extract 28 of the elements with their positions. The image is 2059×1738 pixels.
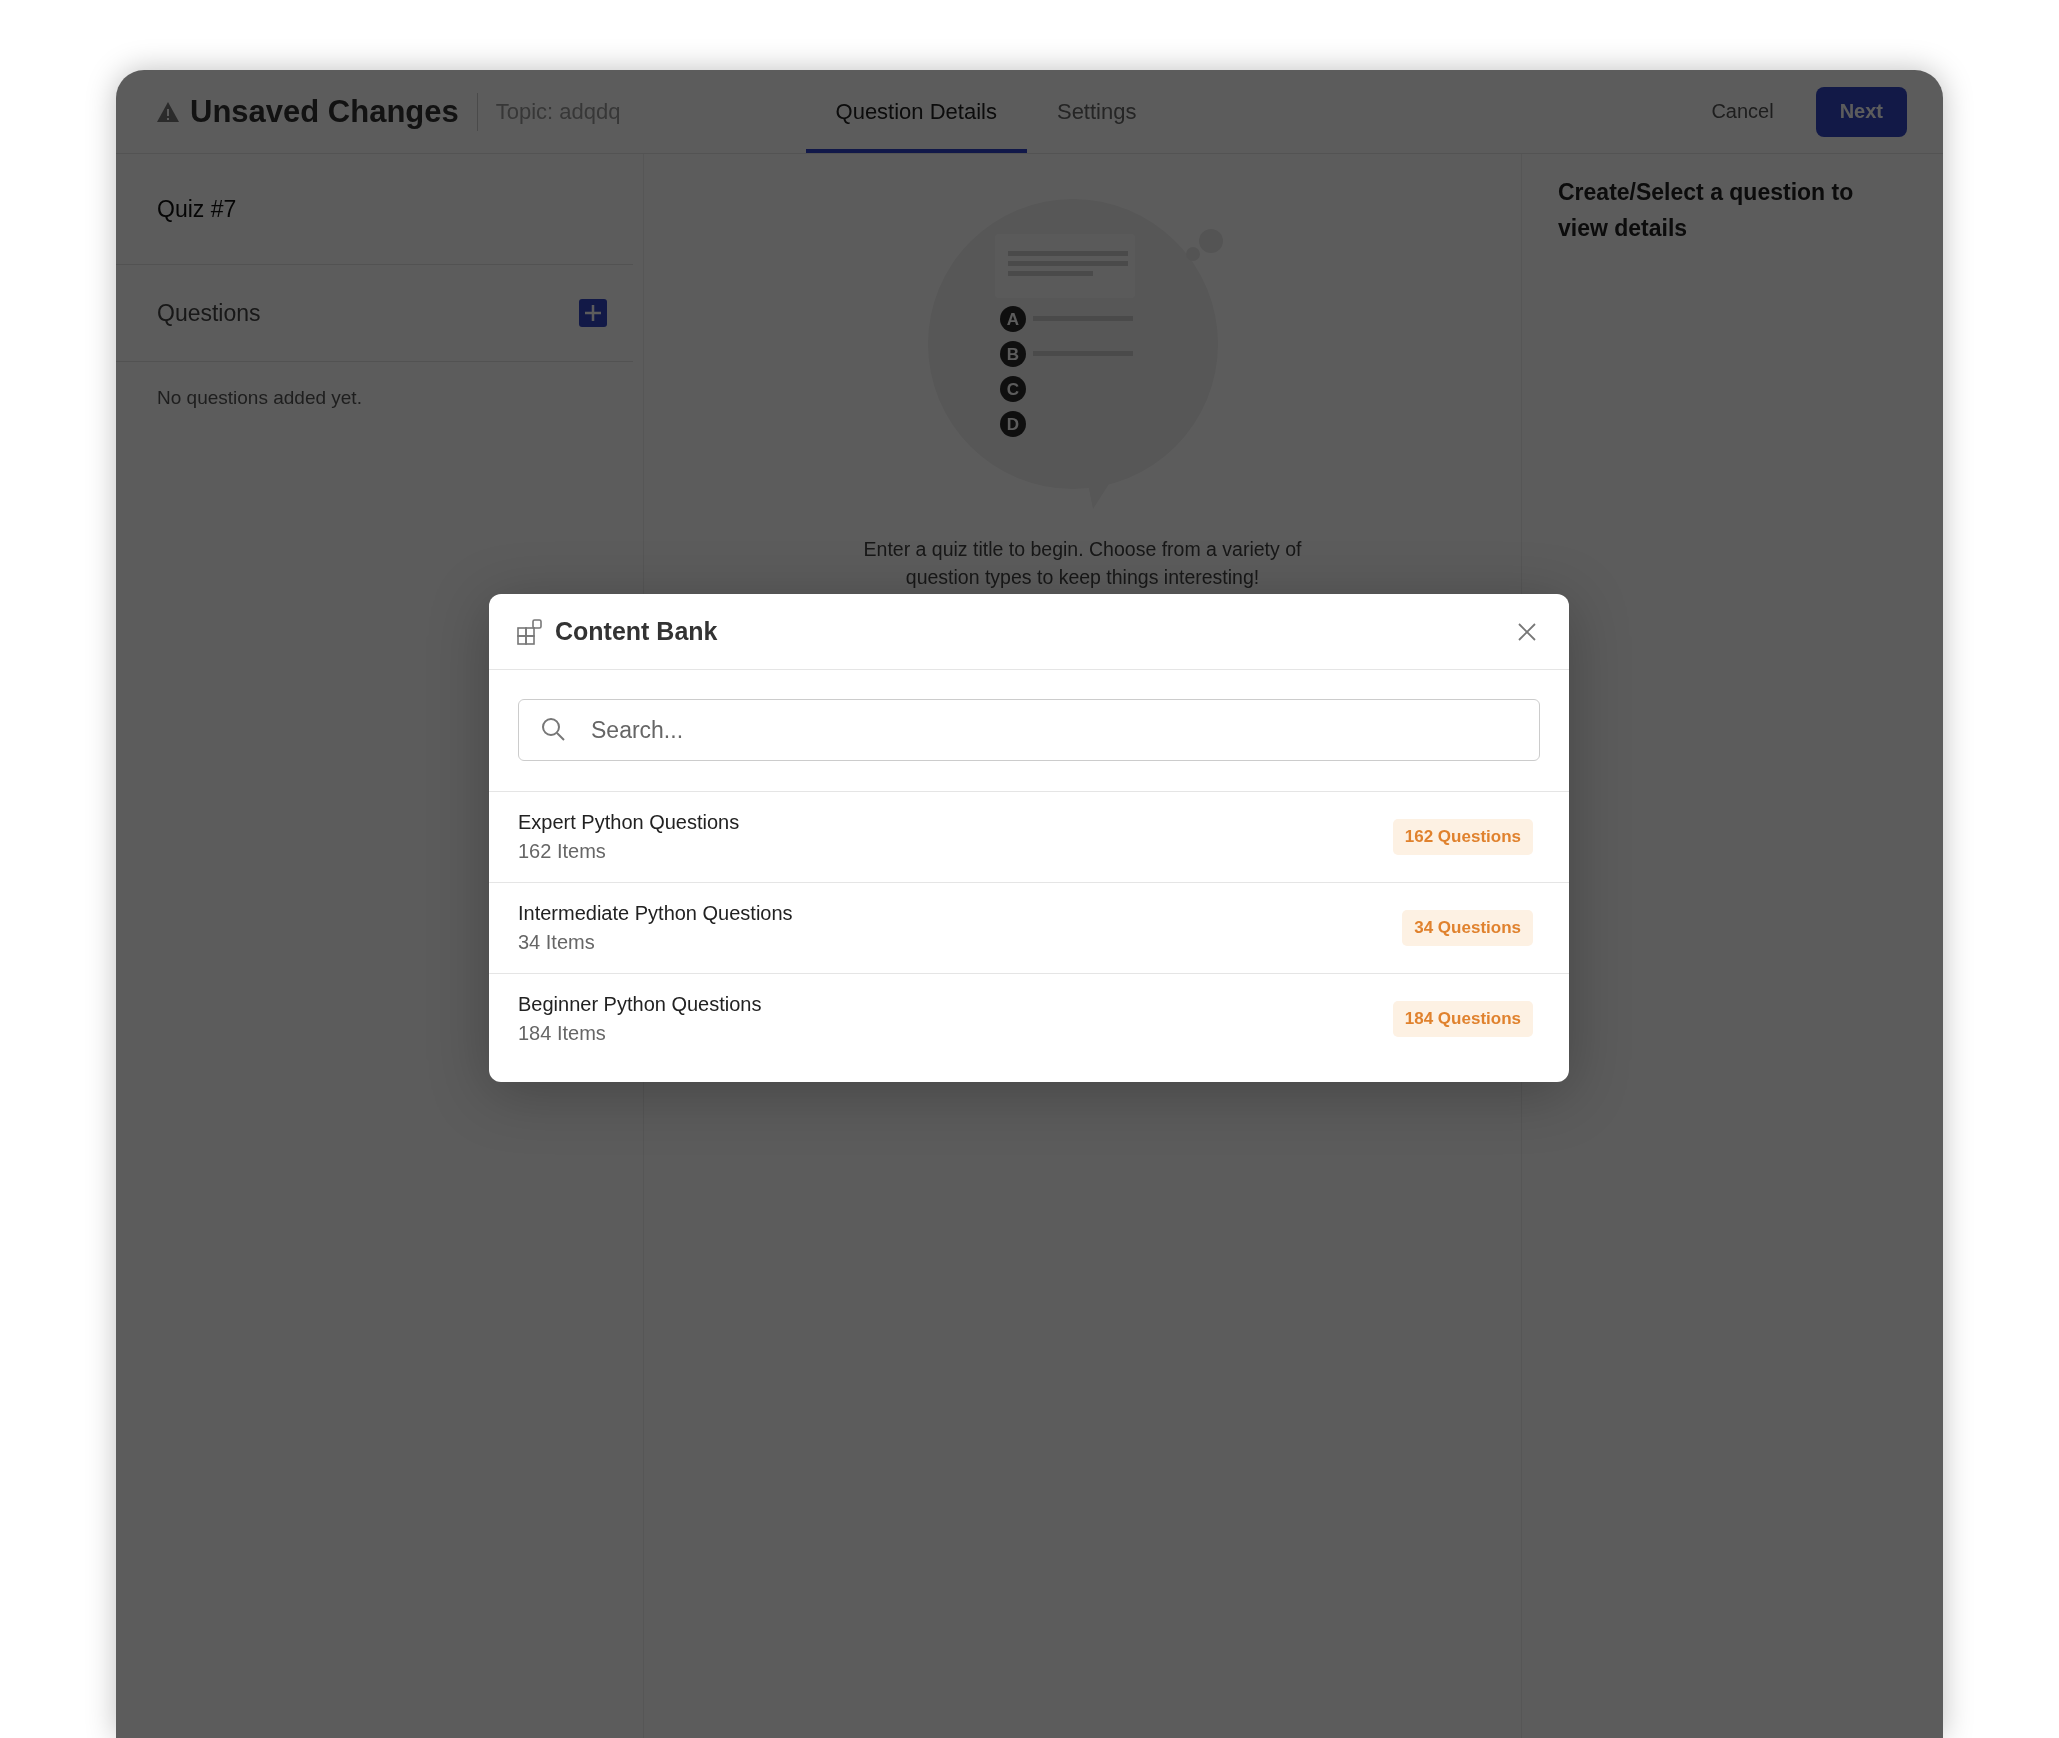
question-count-badge: 34 Questions bbox=[1402, 910, 1533, 946]
content-bank-item[interactable]: Intermediate Python Questions 34 Items 34 Questions bbox=[489, 882, 1569, 973]
tab[interactable]: Question Details bbox=[805, 74, 1027, 153]
blocks-icon bbox=[517, 618, 543, 645]
section-heading: Questions bbox=[157, 299, 261, 327]
next-button[interactable]: Next bbox=[1815, 86, 1907, 137]
dialog-title: Content Bank bbox=[555, 617, 719, 646]
search-field[interactable]: Search... bbox=[518, 699, 1540, 761]
empty-message: No questions added yet. bbox=[156, 386, 363, 410]
quiz-title: Quiz #7 bbox=[157, 195, 237, 223]
question-count-badge: 184 Questions bbox=[1392, 1001, 1533, 1037]
content-bank-item[interactable]: Expert Python Questions 162 Items 162 Questions bbox=[489, 792, 1569, 882]
bank-name: Expert Python Questions bbox=[518, 811, 740, 834]
item-count: 184 Items bbox=[518, 1022, 607, 1045]
hint-text: Enter a quiz title to begin. Choose from a variety of question types to keep things interesting! bbox=[862, 537, 1303, 590]
details-message: Create/Select a question to view details bbox=[1558, 178, 1855, 243]
bank-name: Intermediate Python Questions bbox=[518, 902, 793, 925]
question-count-badge: 162 Questions bbox=[1392, 819, 1533, 855]
page-title: Unsaved Changes bbox=[190, 93, 459, 130]
item-count: 34 Items bbox=[518, 931, 596, 954]
bank-name: Beginner Python Questions bbox=[518, 993, 762, 1016]
item-count: 162 Items bbox=[518, 840, 607, 863]
add-question-button[interactable] bbox=[579, 299, 607, 327]
content-bank-item[interactable]: Beginner Python Questions 184 Items 184 Questions bbox=[489, 973, 1569, 1064]
cancel-button[interactable]: Cancel bbox=[1705, 99, 1780, 124]
warning-icon bbox=[156, 100, 180, 123]
plus-icon bbox=[583, 303, 603, 323]
search-icon bbox=[540, 716, 566, 742]
